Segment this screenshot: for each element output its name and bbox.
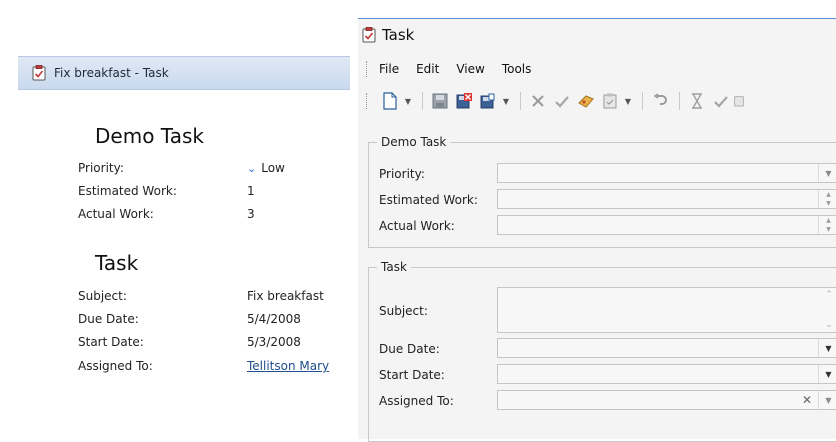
spin-up-icon[interactable]: ▲	[819, 216, 836, 225]
task-group: Task Subject: ⌃ ⌄ Due Date: ▼ Start Date…	[368, 260, 836, 442]
clipboard-icon[interactable]	[599, 90, 621, 112]
save-new-icon[interactable]	[477, 90, 499, 112]
menu-edit[interactable]: Edit	[416, 62, 439, 76]
save-icon[interactable]	[429, 90, 451, 112]
priority-value[interactable]: ⌄ Low	[247, 161, 285, 175]
estimated-work-label: Estimated Work:	[379, 193, 478, 207]
subject-row: Subject: Fix breakfast	[78, 286, 350, 306]
task-heading: Task	[95, 251, 139, 275]
due-date-picker[interactable]: ▼	[497, 338, 836, 358]
assigned-to-label: Assigned To:	[379, 394, 454, 408]
priority-combobox[interactable]: ▼	[497, 163, 836, 183]
new-icon[interactable]	[379, 90, 401, 112]
priority-row: Priority: ⌄ Low	[78, 158, 350, 178]
start-date-label: Start Date:	[379, 368, 445, 382]
toolbar: ▼ ▼ ▼	[366, 89, 746, 113]
menu-tools[interactable]: Tools	[502, 62, 532, 76]
menu-view[interactable]: View	[456, 62, 484, 76]
start-date-picker[interactable]: ▼	[497, 364, 836, 384]
menu-file[interactable]: File	[379, 62, 399, 76]
web-title-bar: Fix breakfast - Task	[18, 56, 350, 90]
due-date-label: Due Date:	[78, 312, 139, 326]
start-date-row: Start Date: 5/3/2008	[78, 332, 350, 352]
actual-work-label: Actual Work:	[78, 207, 154, 221]
spin-down-icon[interactable]: ▼	[819, 225, 836, 234]
web-window-title: Fix breakfast - Task	[54, 66, 169, 80]
estimated-work-spinner[interactable]: ▲ ▼	[497, 189, 836, 209]
winforms-window-title: Task	[382, 26, 415, 44]
change-icon[interactable]	[575, 90, 597, 112]
estimated-work-value: 1	[247, 184, 255, 198]
priority-value-text: Low	[261, 161, 285, 175]
menu-bar: File Edit View Tools	[366, 59, 548, 79]
start-date-label: Start Date:	[78, 335, 144, 349]
actual-work-label: Actual Work:	[379, 219, 455, 233]
toolbar-separator	[520, 92, 521, 110]
start-date-value: 5/3/2008	[247, 335, 301, 349]
web-task-view: Fix breakfast - Task Demo Task Priority:…	[0, 0, 350, 439]
check-icon[interactable]	[710, 90, 732, 112]
spin-down-icon[interactable]: ▼	[819, 199, 836, 208]
chevron-down-icon[interactable]: ⌄	[247, 162, 256, 175]
due-date-row: Due Date: 5/4/2008	[78, 309, 350, 329]
assigned-to-row: Assigned To: Tellitson Mary	[78, 356, 350, 376]
save-dropdown-chevron-icon[interactable]: ▼	[501, 90, 511, 112]
demo-task-heading: Demo Task	[95, 124, 204, 148]
winforms-task-view: Task File Edit View Tools ▼ ▼ ▼ Demo Tas…	[358, 18, 836, 442]
clear-icon[interactable]: ✕	[798, 391, 816, 409]
toolbar-grip-icon[interactable]	[366, 93, 369, 109]
winforms-title-bar: Task	[362, 26, 414, 44]
hourglass-icon[interactable]	[686, 90, 708, 112]
validate-icon[interactable]	[551, 90, 573, 112]
task-clipboard-icon	[362, 27, 376, 43]
assigned-to-lookup[interactable]: ✕ ▼	[497, 390, 836, 410]
subject-label: Subject:	[78, 289, 127, 303]
new-dropdown-chevron-icon[interactable]: ▼	[403, 90, 413, 112]
toolbar-separator	[642, 92, 643, 110]
clipboard-dropdown-chevron-icon[interactable]: ▼	[623, 90, 633, 112]
delete-icon[interactable]	[527, 90, 549, 112]
subject-memo[interactable]: ⌃ ⌄	[497, 287, 836, 333]
demo-task-group: Demo Task Priority: ▼ Estimated Work: ▲ ▼…	[368, 135, 836, 248]
due-date-label: Due Date:	[379, 342, 440, 356]
chevron-down-icon[interactable]: ▼	[818, 365, 836, 383]
toolbar-separator	[679, 92, 680, 110]
actual-work-row: Actual Work: 3	[78, 204, 350, 224]
spin-buttons[interactable]: ▲ ▼	[818, 216, 836, 234]
chevron-down-icon[interactable]: ▼	[818, 391, 836, 409]
scroll-up-icon[interactable]: ⌃	[820, 290, 836, 300]
demo-task-group-caption: Demo Task	[377, 135, 451, 149]
actual-work-spinner[interactable]: ▲ ▼	[497, 215, 836, 235]
assigned-to-link[interactable]: Tellitson Mary	[247, 359, 329, 373]
scroll-down-icon[interactable]: ⌄	[820, 320, 836, 330]
task-clipboard-icon	[32, 65, 46, 81]
save-close-icon[interactable]	[453, 90, 475, 112]
subject-value: Fix breakfast	[247, 289, 324, 303]
estimated-work-label: Estimated Work:	[78, 184, 177, 198]
priority-label: Priority:	[78, 161, 124, 175]
assigned-to-label: Assigned To:	[78, 359, 153, 373]
spin-buttons[interactable]: ▲ ▼	[818, 190, 836, 208]
chevron-down-icon[interactable]: ▼	[818, 339, 836, 357]
actual-work-value: 3	[247, 207, 255, 221]
chevron-down-icon[interactable]: ▼	[818, 164, 836, 182]
clipboard-icon[interactable]	[734, 90, 744, 112]
menu-grip-icon[interactable]	[366, 61, 369, 77]
undo-icon[interactable]	[649, 90, 671, 112]
toolbar-separator	[422, 92, 423, 110]
spin-up-icon[interactable]: ▲	[819, 190, 836, 199]
task-group-caption: Task	[377, 260, 411, 274]
due-date-value: 5/4/2008	[247, 312, 301, 326]
estimated-work-row: Estimated Work: 1	[78, 181, 350, 201]
priority-label: Priority:	[379, 167, 425, 181]
subject-scrollbar[interactable]: ⌃ ⌄	[820, 288, 836, 332]
subject-label: Subject:	[379, 304, 428, 318]
